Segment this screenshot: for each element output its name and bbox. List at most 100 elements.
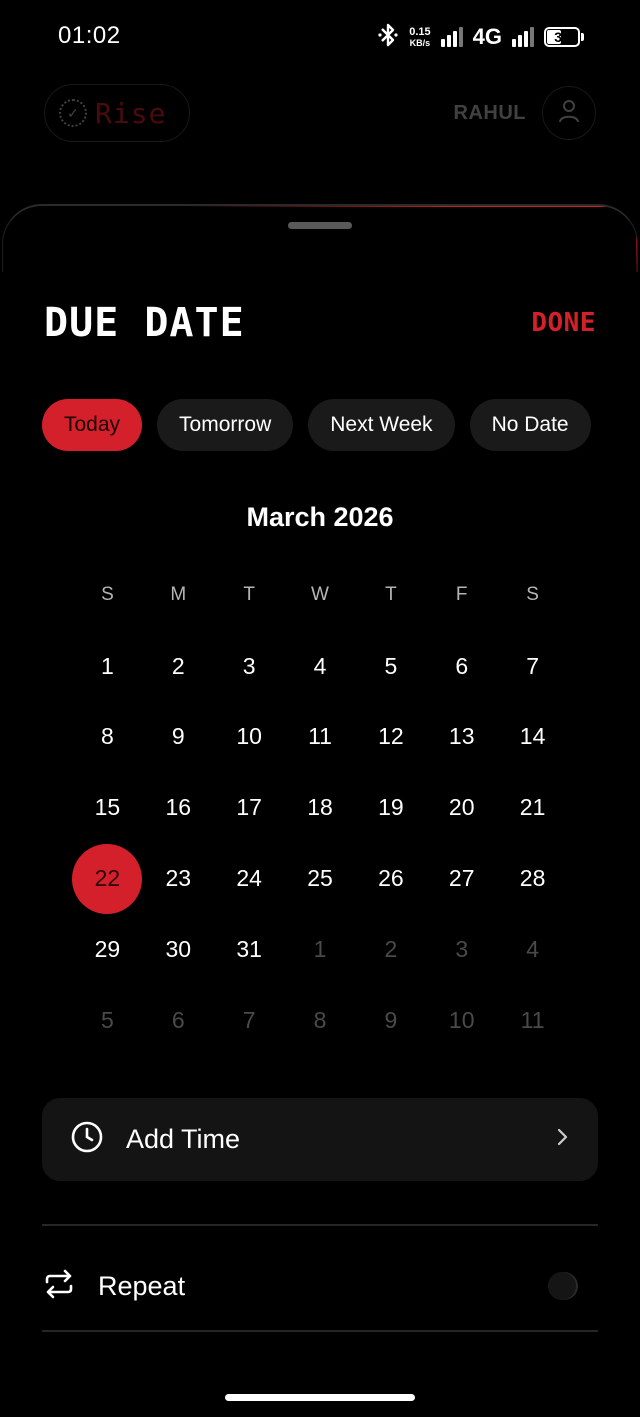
calendar-day[interactable]: 31 <box>214 914 285 985</box>
calendar-day[interactable]: 27 <box>426 843 497 914</box>
calendar-day[interactable]: 7 <box>214 985 285 1056</box>
status-bar: 01:02 0.15 KB/s 4G 37 <box>0 0 640 76</box>
calendar-week: 22 23 24 25 26 27 28 <box>72 843 568 914</box>
date-chip-tomorrow[interactable]: Tomorrow <box>157 399 294 451</box>
month-label: March 2026 <box>246 502 394 532</box>
calendar-day[interactable]: 16 <box>143 772 214 843</box>
drag-handle[interactable] <box>288 222 352 229</box>
day-number: 8 <box>101 723 114 750</box>
calendar-day[interactable]: 20 <box>426 772 497 843</box>
user-name: RAHUL <box>453 102 526 124</box>
day-number: 23 <box>165 865 192 892</box>
calendar-day[interactable]: 25 <box>285 843 356 914</box>
day-number: 14 <box>519 723 546 750</box>
done-button[interactable]: DONE <box>531 308 596 338</box>
day-number: 5 <box>101 1006 114 1033</box>
network-type: 4G <box>472 24 502 49</box>
day-number: 22 <box>94 865 121 892</box>
weekday-label: T <box>385 584 397 605</box>
day-number: 13 <box>448 723 475 750</box>
day-number: 2 <box>384 935 398 962</box>
calendar-day[interactable]: 4 <box>497 914 568 985</box>
calendar-day[interactable]: 1 <box>285 914 356 985</box>
calendar-day[interactable]: 15 <box>72 772 143 843</box>
calendar-day[interactable]: 6 <box>426 631 497 702</box>
repeat-label: Repeat <box>98 1270 186 1301</box>
day-number: 11 <box>520 1006 545 1033</box>
calendar-day[interactable]: 6 <box>143 985 214 1056</box>
check-circle-icon: ✓ <box>59 99 87 127</box>
calendar-day[interactable]: 18 <box>285 772 356 843</box>
calendar-day[interactable]: 11 <box>497 985 568 1056</box>
repeat-row[interactable]: Repeat <box>42 1250 598 1322</box>
day-number: 9 <box>384 1006 398 1033</box>
add-time-button[interactable]: Add Time <box>42 1098 598 1181</box>
calendar-day[interactable]: 21 <box>497 772 568 843</box>
calendar-day[interactable]: 10 <box>426 985 497 1056</box>
calendar-day[interactable]: 5 <box>72 985 143 1056</box>
day-number: 15 <box>94 794 121 821</box>
calendar-day[interactable]: 9 <box>355 985 426 1056</box>
calendar-day-selected[interactable]: 22 <box>72 843 143 914</box>
calendar-day[interactable]: 3 <box>214 631 285 702</box>
repeat-toggle[interactable] <box>548 1272 578 1300</box>
weekday-label: S <box>101 584 114 605</box>
calendar-day[interactable]: 10 <box>214 702 285 773</box>
date-chip-next-week[interactable]: Next Week <box>308 399 455 451</box>
day-number: 18 <box>307 794 333 821</box>
day-number: 17 <box>236 794 262 821</box>
divider <box>42 1224 598 1226</box>
day-number: 3 <box>242 652 256 679</box>
calendar-day[interactable]: 14 <box>497 702 568 773</box>
calendar-week: 1 2 3 4 5 6 7 <box>72 631 568 702</box>
day-number: 1 <box>101 652 114 679</box>
day-number: 30 <box>165 935 192 962</box>
calendar-day[interactable]: 30 <box>143 914 214 985</box>
calendar-day[interactable]: 4 <box>285 631 356 702</box>
weekday-label: F <box>455 584 468 605</box>
calendar-day[interactable]: 12 <box>355 702 426 773</box>
day-number: 1 <box>313 935 327 962</box>
weekday-label: S <box>526 584 539 605</box>
calendar-day[interactable]: 3 <box>426 914 497 985</box>
avatar[interactable] <box>542 86 596 140</box>
home-indicator[interactable] <box>225 1394 415 1401</box>
calendar-day[interactable]: 9 <box>143 702 214 773</box>
logo-text: Rise <box>95 96 167 130</box>
calendar-day[interactable]: 13 <box>426 702 497 773</box>
calendar-day[interactable]: 26 <box>355 843 426 914</box>
calendar-day[interactable]: 17 <box>214 772 285 843</box>
calendar-day[interactable]: 8 <box>72 702 143 773</box>
calendar-day[interactable]: 1 <box>72 631 143 702</box>
day-number: 10 <box>236 723 262 750</box>
status-icons: 0.15 KB/s 4G 37 <box>377 22 584 52</box>
day-number: 20 <box>448 794 475 821</box>
calendar-day[interactable]: 24 <box>214 843 285 914</box>
net-speed-value: 0.15 <box>409 25 431 38</box>
day-number: 27 <box>448 865 475 892</box>
calendar-day[interactable]: 2 <box>355 914 426 985</box>
calendar-day[interactable]: 7 <box>497 631 568 702</box>
calendar-day[interactable]: 28 <box>497 843 568 914</box>
weekday-label: M <box>170 584 187 605</box>
calendar-day[interactable]: 23 <box>143 843 214 914</box>
date-chip-today[interactable]: Today <box>42 399 143 451</box>
calendar-week: 15 16 17 18 19 20 21 <box>72 772 568 843</box>
calendar-day[interactable]: 8 <box>285 985 356 1056</box>
chevron-right-icon <box>556 1127 570 1152</box>
date-chip-no-date[interactable]: No Date <box>469 399 591 451</box>
calendar-week: 8 9 10 11 12 13 14 <box>72 702 568 773</box>
app-logo[interactable]: ✓ Rise <box>44 84 190 142</box>
calendar-day[interactable]: 29 <box>72 914 143 985</box>
day-number: 2 <box>171 652 185 679</box>
calendar-day[interactable]: 19 <box>355 772 426 843</box>
battery-icon: 37 <box>544 27 584 47</box>
day-number: 25 <box>307 865 333 892</box>
calendar-day[interactable]: 2 <box>143 631 214 702</box>
calendar-day[interactable]: 11 <box>285 702 356 773</box>
net-speed-unit: KB/s <box>409 37 431 48</box>
day-number: 6 <box>455 652 469 679</box>
day-number: 29 <box>94 935 121 962</box>
signal-icon-2 <box>512 27 534 47</box>
calendar-day[interactable]: 5 <box>355 631 426 702</box>
